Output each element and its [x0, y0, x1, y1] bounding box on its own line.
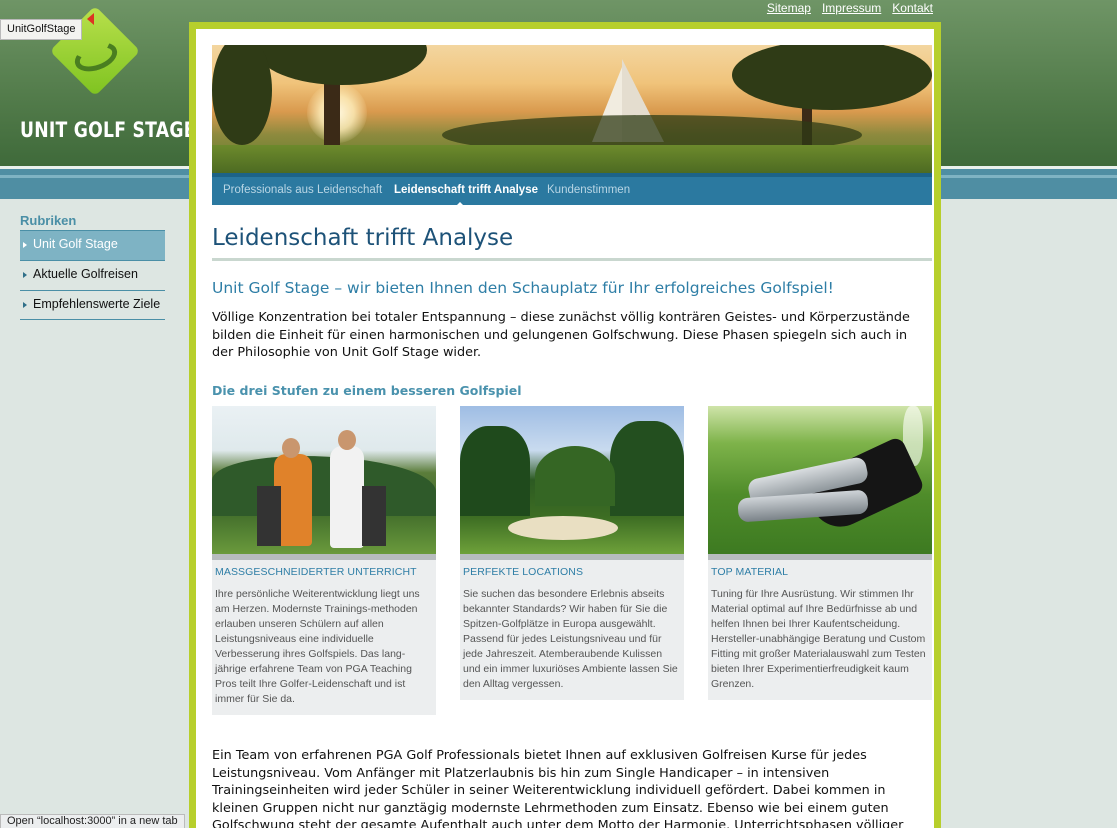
- card-text: Tuning für Ihre Ausrüstung. Wir stimmen …: [711, 588, 926, 690]
- card-text: Sie suchen das besondere Erlebnis abseit…: [463, 588, 678, 690]
- intro-paragraph: Völlige Konzentration bei totaler Entspa…: [212, 310, 910, 360]
- card-material: Top Material Tuning für Ihre Ausrüstung.…: [708, 406, 932, 700]
- sidebar-item-label: Aktuelle Golfreisen: [33, 267, 138, 281]
- card-image-golf-clubs: [708, 406, 932, 554]
- card-body: Perfekte Locations Sie suchen das besond…: [460, 560, 684, 700]
- sub-navigation: Professionals aus Leidenschaft Leidensch…: [212, 173, 932, 207]
- card-image-golf-course: [460, 406, 684, 554]
- link-impressum[interactable]: Impressum: [822, 1, 881, 15]
- tab-kundenstimmen[interactable]: Kundenstimmen: [547, 184, 630, 196]
- link-kontakt[interactable]: Kontakt: [892, 1, 933, 15]
- link-sitemap[interactable]: Sitemap: [767, 1, 811, 15]
- tooltip-flag-icon: [87, 13, 94, 25]
- card-body: Massgeschneiderter Unterricht Ihre persö…: [212, 560, 436, 715]
- banner-ground: [212, 145, 932, 173]
- tab-professionals[interactable]: Professionals aus Leidenschaft: [223, 184, 382, 196]
- header-banner-image: [212, 45, 932, 173]
- card-text: Ihre persönliche Weiterentwicklung liegt…: [215, 588, 420, 705]
- sidebar: Rubriken Unit Golf Stage Aktuelle Golfre…: [20, 213, 165, 320]
- tooltip: UnitGolfStage: [0, 19, 83, 40]
- status-bar: Open “localhost:3000” in a new tab: [0, 814, 185, 828]
- sidebar-item-label: Empfehlenswerte Ziele: [33, 297, 161, 311]
- sidebar-item-label: Unit Golf Stage: [33, 237, 118, 251]
- content-area: Professionals aus Leidenschaft Leidensch…: [196, 29, 934, 828]
- page-title: Leidenschaft trifft Analyse: [212, 225, 514, 251]
- page-subtitle: Unit Golf Stage – wir bieten Ihnen den S…: [212, 279, 834, 297]
- sidebar-title: Rubriken: [20, 213, 77, 228]
- card-body: Top Material Tuning für Ihre Ausrüstung.…: [708, 560, 932, 700]
- active-tab-caret-icon: [455, 202, 465, 207]
- sidebar-item-empfehlenswerte-ziele[interactable]: Empfehlenswerte Ziele: [20, 290, 165, 320]
- card-title: Top Material: [711, 566, 789, 578]
- card-title: Perfekte Locations: [463, 566, 584, 578]
- sidebar-item-aktuelle-golfreisen[interactable]: Aktuelle Golfreisen: [20, 260, 165, 290]
- logo-text: UNIT GOLF STAGE: [20, 118, 196, 142]
- bullet-arrow-icon: [23, 242, 27, 248]
- bullet-arrow-icon: [23, 302, 27, 308]
- card-title: Massgeschneiderter Unterricht: [215, 566, 417, 578]
- section-heading: Die drei Stufen zu einem besseren Golfsp…: [212, 383, 522, 398]
- title-divider: [212, 258, 932, 261]
- top-links: Sitemap Impressum Kontakt: [756, 1, 933, 15]
- card-unterricht: Massgeschneiderter Unterricht Ihre persö…: [212, 406, 436, 715]
- tab-leidenschaft-analyse[interactable]: Leidenschaft trifft Analyse: [394, 184, 538, 196]
- sidebar-item-unit-golf-stage[interactable]: Unit Golf Stage: [20, 230, 165, 260]
- content-frame: Professionals aus Leidenschaft Leidensch…: [189, 22, 941, 828]
- card-locations: Perfekte Locations Sie suchen das besond…: [460, 406, 684, 700]
- body-paragraph: Ein Team von erfahrenen PGA Golf Profess…: [212, 748, 904, 828]
- card-image-golfers: [212, 406, 436, 554]
- bullet-arrow-icon: [23, 272, 27, 278]
